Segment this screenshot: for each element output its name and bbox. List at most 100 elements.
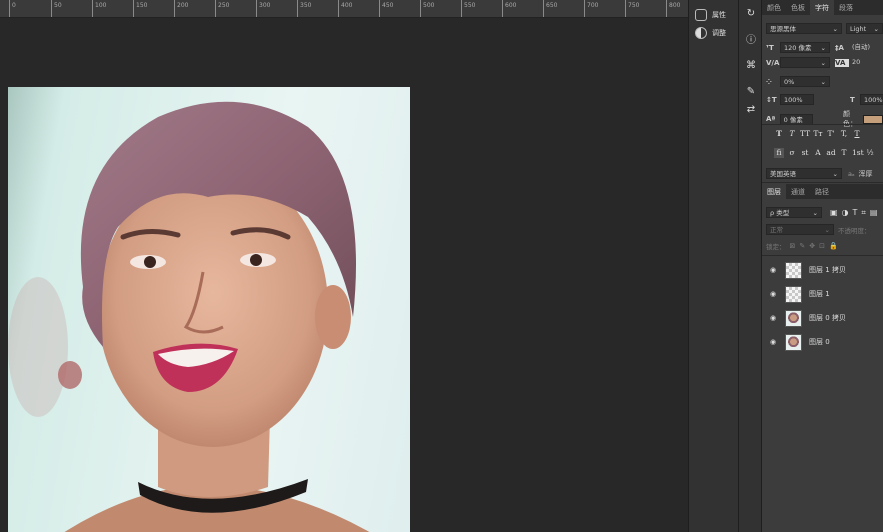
ruler-tick: 0 (9, 0, 16, 17)
layers-panel-tabs: 图层 通道 路径 (762, 184, 883, 199)
ruler-tick: 600 (502, 0, 516, 17)
layer-name[interactable]: 图层 1 (809, 289, 830, 299)
character-layers-panel: 颜色 色板 字符 段落 思源黑体 ⌄ Light ⌄ ᵀT 120 像素 ⌄ ‡A (… (762, 0, 883, 532)
old-style-button[interactable]: σ (787, 148, 797, 158)
opacity-label: 不透明度： (838, 226, 871, 235)
baseline-shift-field[interactable]: 0 像素 (779, 113, 813, 125)
tab-paths[interactable]: 路径 (810, 184, 834, 199)
ruler-tick: 450 (379, 0, 393, 17)
portrait-photo[interactable] (8, 87, 410, 532)
horizontal-scale-field[interactable]: 100% (860, 94, 883, 105)
ruler-tick: 750 (625, 0, 639, 17)
tab-channels[interactable]: 通道 (786, 184, 810, 199)
leading-icon: ‡A (835, 43, 844, 52)
properties-panel-button[interactable]: 属性 (695, 9, 726, 21)
kerning-icon: V/A (766, 58, 780, 67)
brush-icon[interactable]: ✎ (743, 84, 759, 100)
subscript-button[interactable]: T, (839, 129, 849, 139)
ruler-tick: 200 (174, 0, 188, 17)
layer-thumbnail (785, 261, 802, 279)
lock-label: 锁定： (766, 243, 786, 251)
document-canvas[interactable] (0, 19, 688, 532)
layer-row[interactable]: ◉ 图层 0 拷贝 (762, 306, 883, 330)
superscript-button[interactable]: T' (826, 129, 836, 139)
layer-row[interactable]: ◉ 图层 0 (762, 330, 883, 354)
tab-character[interactable]: 字符 (810, 0, 834, 15)
layer-row[interactable]: ◉ 图层 1 拷贝 (762, 258, 883, 282)
info-icon[interactable]: ⓘ (743, 33, 759, 49)
baseline-shift-icon: Aª (766, 115, 776, 123)
antialias-icon: aₐ (848, 169, 855, 178)
faux-bold-button[interactable]: T (774, 129, 784, 139)
visibility-eye-icon[interactable]: ◉ (767, 266, 779, 274)
visibility-eye-icon[interactable]: ◉ (767, 314, 779, 322)
ruler-tick: 650 (543, 0, 557, 17)
layer-name[interactable]: 图层 0 拷贝 (809, 313, 846, 323)
titling-button[interactable]: ad (826, 148, 836, 158)
ruler-tick: 100 (92, 0, 106, 17)
leading-field[interactable]: (自动) (849, 42, 881, 53)
properties-label: 属性 (712, 11, 726, 19)
antialias-select[interactable]: 浑厚 (859, 169, 873, 179)
tracking-field[interactable]: 20 (849, 57, 881, 68)
layer-name[interactable]: 图层 1 拷贝 (809, 265, 846, 275)
swash-button[interactable]: A (813, 148, 823, 158)
tracking-icon: VA (835, 58, 849, 67)
font-style-select[interactable]: Light ⌄ (846, 23, 883, 34)
panel-icon-strip: ↻ ⓘ ⌘ ✎ ⇄ (738, 0, 762, 532)
ruler-tick: 550 (461, 0, 475, 17)
ordinals-button[interactable]: 1st (852, 148, 864, 158)
portrait-illustration (8, 101, 370, 532)
ruler-tick: 500 (420, 0, 434, 17)
horizontal-ruler[interactable]: 0 50 100 150 200 250 300 350 400 450 500… (0, 0, 688, 18)
scale-icon: ⁘ (766, 77, 772, 86)
tab-layers[interactable]: 图层 (762, 184, 786, 199)
adjustments-icon (695, 27, 707, 39)
properties-icon (695, 9, 707, 21)
text-color-swatch[interactable] (863, 114, 883, 124)
history-icon[interactable]: ↻ (743, 6, 759, 22)
font-size-field[interactable]: 120 像素 ⌄ (780, 42, 830, 53)
layer-thumbnail (785, 333, 802, 351)
ruler-tick: 300 (256, 0, 270, 17)
visibility-eye-icon[interactable]: ◉ (767, 338, 779, 346)
layer-row[interactable]: ◉ 图层 1 (762, 282, 883, 306)
collapsed-panels: 属性 调整 (688, 0, 738, 532)
ligatures-button[interactable]: fi (774, 148, 784, 158)
adjustments-panel-button[interactable]: 调整 (695, 27, 726, 39)
tab-color[interactable]: 颜色 (762, 0, 786, 15)
contextual-button[interactable]: T (839, 148, 849, 158)
small-caps-button[interactable]: Tт (813, 129, 823, 139)
ruler-tick: 700 (584, 0, 598, 17)
filter-icons[interactable]: ▣◑T⌗▤ (830, 208, 882, 218)
tab-swatches[interactable]: 色板 (786, 0, 810, 15)
font-family-select[interactable]: 思源黑体 ⌄ (766, 23, 842, 34)
all-caps-button[interactable]: TT (800, 129, 810, 139)
font-size-icon: ᵀT (766, 43, 774, 52)
underline-button[interactable]: T (852, 129, 862, 139)
lock-icons[interactable]: ⊠✎✥⊡🔒 (790, 242, 842, 250)
vertical-scale-field[interactable]: 100% (780, 94, 814, 105)
paths-icon[interactable]: ⌘ (743, 58, 759, 74)
tab-paragraph[interactable]: 段落 (834, 0, 858, 15)
ruler-tick: 250 (215, 0, 229, 17)
layer-thumbnail (785, 285, 802, 303)
ruler-tick: 50 (51, 0, 62, 17)
faux-italic-button[interactable]: T (787, 129, 797, 139)
color-label: 颜色： (842, 110, 857, 128)
vertical-scale-icon: ↕T (766, 95, 777, 104)
fractions-button[interactable]: ½ (865, 148, 875, 158)
layer-name[interactable]: 图层 0 (809, 337, 830, 347)
blend-mode-select[interactable]: 正常 ⌄ (766, 224, 834, 235)
adjustments-label: 调整 (712, 29, 726, 37)
language-select[interactable]: 美国英语 ⌄ (766, 168, 842, 179)
stylistic-alternates-button[interactable]: st (800, 148, 810, 158)
kerning-field[interactable]: ⌄ (780, 57, 830, 68)
layer-thumbnail (785, 309, 802, 327)
tsume-field[interactable]: 0% ⌄ (780, 76, 830, 87)
ruler-tick: 150 (133, 0, 147, 17)
visibility-eye-icon[interactable]: ◉ (767, 290, 779, 298)
ruler-tick: 800 (666, 0, 680, 17)
layer-filter-select[interactable]: ρ 类型 ⌄ (766, 207, 822, 218)
sliders-icon[interactable]: ⇄ (743, 102, 759, 118)
